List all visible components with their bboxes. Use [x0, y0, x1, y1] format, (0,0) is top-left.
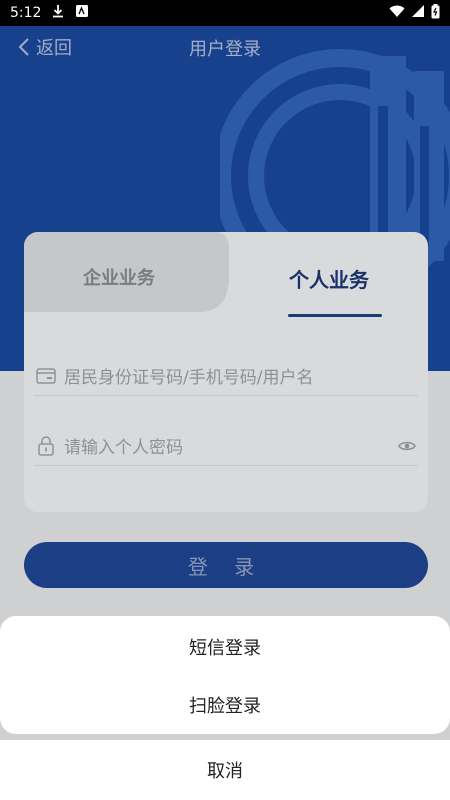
news-icon	[75, 4, 89, 22]
status-left: 5:12	[10, 4, 89, 22]
id-card-icon	[34, 364, 58, 388]
password-field[interactable]: 请输入个人密码	[34, 426, 418, 466]
face-login-option[interactable]: 扫脸登录	[0, 676, 450, 734]
wifi-icon	[389, 4, 405, 22]
sms-login-option[interactable]: 短信登录	[0, 618, 450, 676]
account-placeholder: 居民身份证号码/手机号码/用户名	[64, 368, 314, 388]
signal-icon	[411, 4, 425, 22]
battery-icon	[431, 3, 440, 23]
download-icon	[51, 4, 65, 22]
status-bar: 5:12	[0, 0, 450, 26]
login-button[interactable]: 登 录	[24, 542, 428, 588]
page-title: 用户登录	[189, 39, 261, 60]
lock-icon	[34, 434, 58, 458]
tab-personal[interactable]: 个人业务	[254, 264, 404, 293]
tab-enterprise[interactable]: 企业业务	[24, 264, 214, 290]
status-right	[389, 3, 440, 23]
nav-bar: 返回 用户登录	[0, 26, 450, 70]
login-card: 企业业务 个人业务 居民身份证号码/手机号码/用户名 请输入个人密码	[24, 232, 428, 512]
status-time: 5:12	[10, 5, 42, 21]
action-sheet: 短信登录 扫脸登录	[0, 616, 450, 734]
tab-active-indicator	[288, 314, 382, 317]
cancel-button[interactable]: 取消	[0, 740, 450, 800]
eye-icon[interactable]	[396, 435, 418, 457]
password-placeholder: 请输入个人密码	[64, 438, 183, 458]
account-field[interactable]: 居民身份证号码/手机号码/用户名	[34, 356, 418, 396]
